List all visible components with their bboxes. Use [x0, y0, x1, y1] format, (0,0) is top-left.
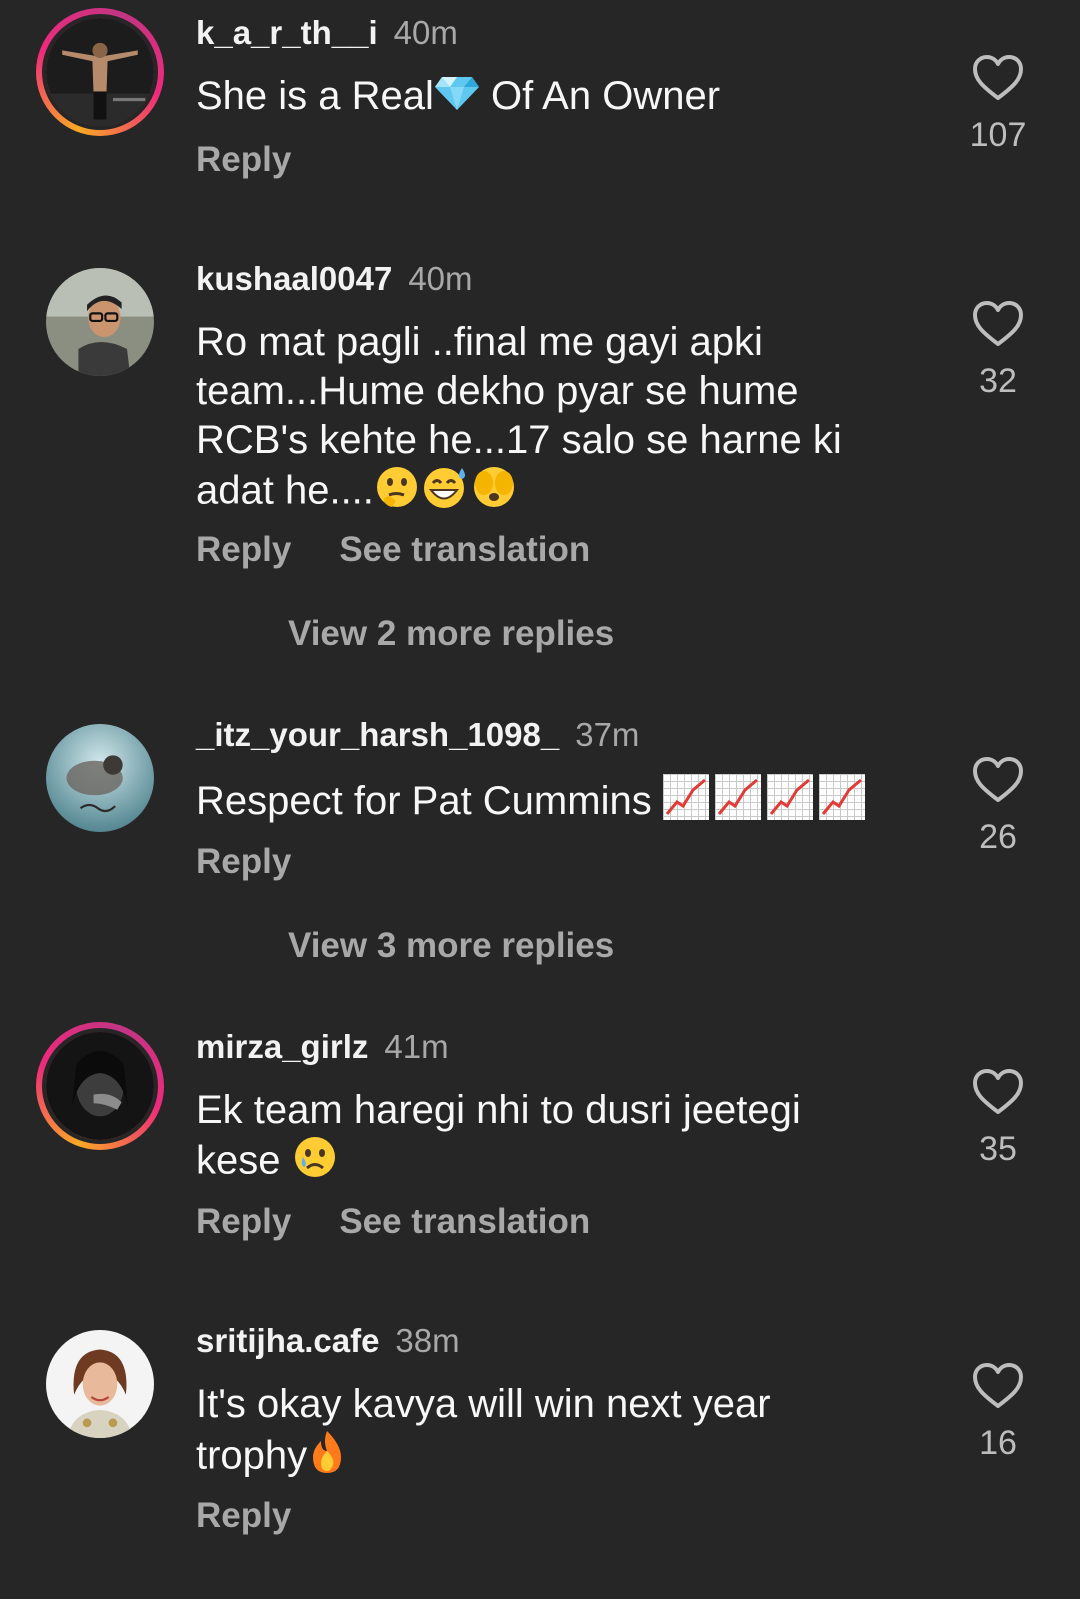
diamond-emoji-icon [434, 74, 480, 123]
chart-increasing-emoji-icon [818, 774, 865, 820]
avatar [42, 1028, 158, 1144]
comment-header: k_a_r_th__i 40m [196, 14, 458, 52]
comment-text: Ek team haregi nhi to dusri jeetegi kese [196, 1086, 836, 1191]
like-control: 35 [950, 1068, 1046, 1169]
comment-header: kushaal0047 40m [196, 260, 473, 298]
like-count: 16 [979, 1424, 1017, 1462]
comment-actions: Reply [196, 842, 291, 882]
comment-header: sritijha.cafe 38m [196, 1322, 460, 1360]
username[interactable]: mirza_girlz [196, 1028, 368, 1065]
chart-increasing-emoji-icon [714, 774, 761, 820]
comment-text-part: Ro mat pagli ..final me gayi apki team..… [196, 320, 842, 513]
chart-increasing-emoji-icon [766, 774, 813, 820]
comment-text: Ro mat pagli ..final me gayi apki team..… [196, 318, 856, 521]
like-count: 35 [979, 1130, 1017, 1168]
comment-text-part: It's okay kavya will win next year troph… [196, 1382, 771, 1478]
see-translation-button[interactable]: See translation [339, 1202, 590, 1241]
reply-button[interactable]: Reply [196, 842, 291, 881]
comment-text-part: Ek team haregi nhi to dusri jeetegi kese [196, 1088, 801, 1183]
view-more-replies-button[interactable]: View 3 more replies [288, 926, 614, 966]
avatar [46, 1330, 154, 1438]
like-count: 32 [979, 362, 1017, 400]
comment-header: _itz_your_harsh_1098_ 37m [196, 716, 639, 754]
timestamp: 40m [393, 14, 458, 51]
avatar-container[interactable] [46, 724, 154, 832]
avatar-photo-icon [46, 724, 154, 832]
like-control: 32 [950, 300, 1046, 401]
comment-text: It's okay kavya will win next year troph… [196, 1380, 836, 1487]
timestamp: 37m [575, 716, 640, 753]
reply-button[interactable]: Reply [196, 1202, 291, 1241]
avatar [42, 14, 158, 130]
username[interactable]: k_a_r_th__i [196, 14, 378, 51]
view-more-replies-button[interactable]: View 2 more replies [288, 614, 614, 654]
heart-icon[interactable] [972, 1362, 1024, 1410]
avatar-photo-icon [46, 268, 154, 376]
username[interactable]: _itz_your_harsh_1098_ [196, 716, 559, 753]
face-peeking-emoji-icon [470, 465, 518, 521]
comment-actions: Reply [196, 140, 291, 180]
comment-header: mirza_girlz 41m [196, 1028, 449, 1066]
like-control: 16 [950, 1362, 1046, 1463]
grinning-sweat-emoji-icon [420, 465, 470, 521]
username[interactable]: kushaal0047 [196, 260, 392, 297]
timestamp: 38m [395, 1322, 460, 1359]
avatar-photo-icon [46, 1330, 154, 1438]
comment-text: She is a Real Of An Owner [196, 72, 886, 123]
heart-icon[interactable] [972, 1068, 1024, 1116]
heart-icon[interactable] [972, 54, 1024, 102]
comment-text-part: She is a Real [196, 74, 434, 118]
comment-actions: Reply See translation [196, 530, 590, 570]
comment-text: Respect for Pat Cummins [196, 774, 886, 826]
like-count: 107 [969, 116, 1027, 154]
timestamp: 41m [384, 1028, 449, 1065]
avatar [46, 724, 154, 832]
username[interactable]: sritijha.cafe [196, 1322, 379, 1359]
reply-button[interactable]: Reply [196, 530, 291, 569]
avatar-photo-icon [46, 18, 154, 126]
crying-face-emoji-icon [292, 1135, 338, 1191]
fire-emoji-icon [307, 1429, 347, 1487]
avatar-container[interactable] [46, 1330, 154, 1438]
see-translation-button[interactable]: See translation [339, 530, 590, 569]
heart-icon[interactable] [972, 300, 1024, 348]
comment-actions: Reply See translation [196, 1202, 590, 1242]
comment-actions: Reply [196, 1496, 291, 1536]
like-control: 107 [950, 54, 1046, 155]
chart-increasing-emoji-icon [662, 774, 709, 820]
thinking-face-emoji-icon [374, 465, 420, 521]
reply-button[interactable]: Reply [196, 140, 291, 179]
like-count: 26 [979, 818, 1017, 856]
comment-text-part: Respect for Pat Cummins [196, 779, 663, 823]
comment-text-part: Of An Owner [479, 74, 721, 118]
avatar-story-ring[interactable] [36, 1022, 164, 1150]
like-control: 26 [950, 756, 1046, 857]
avatar [46, 268, 154, 376]
reply-button[interactable]: Reply [196, 1496, 291, 1535]
avatar-container[interactable] [46, 268, 154, 376]
heart-icon[interactable] [972, 756, 1024, 804]
timestamp: 40m [408, 260, 473, 297]
avatar-story-ring[interactable] [36, 8, 164, 136]
avatar-photo-icon [46, 1032, 154, 1140]
